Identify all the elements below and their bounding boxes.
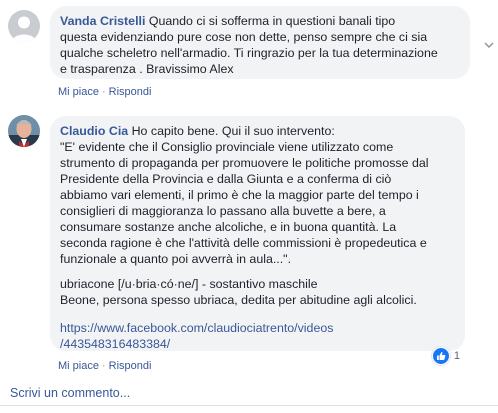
comment-author[interactable]: Vanda Cristelli [60, 14, 145, 28]
thumbs-up-icon [431, 347, 450, 365]
like-link[interactable]: Mi piace [58, 360, 99, 372]
comment-quote: "E' evidente che il Consiglio provincial… [60, 140, 429, 266]
comment-actions: Mi piace · Rispondi [58, 360, 151, 372]
comment-intro: Ho capito bene. Qui il suo intervento: [128, 124, 335, 138]
default-avatar-icon [8, 10, 40, 42]
avatar-default[interactable] [8, 10, 40, 42]
reaction-count: 1 [453, 350, 460, 362]
avatar-claudio[interactable] [8, 115, 40, 147]
profile-photo-icon [8, 115, 40, 147]
reply-link[interactable]: Rispondi [109, 360, 152, 372]
comment-bubble: Vanda Cristelli Quando ci si sofferma in… [50, 6, 470, 79]
like-link[interactable]: Mi piace [58, 86, 99, 98]
divider [0, 405, 498, 406]
separator: · [101, 86, 106, 98]
comment-link[interactable]: https://www.facebook.com/claudiociatrent… [60, 320, 453, 352]
comment-bubble: Claudio Cia Ho capito bene. Qui il suo i… [50, 116, 465, 351]
url-line-1[interactable]: https://www.facebook.com/claudiociatrent… [60, 320, 453, 336]
write-comment-link[interactable]: Scrivi un commento... [10, 386, 130, 400]
url-line-2[interactable]: /443548316483384/ [60, 336, 453, 352]
comment-author[interactable]: Claudio Cia [60, 124, 128, 138]
comment-definition: ubriacone [/u·bria·có·ne/] - sostantivo … [60, 277, 417, 307]
reaction-summary[interactable]: 1 [431, 347, 460, 365]
separator: · [101, 360, 106, 372]
comment-actions: Mi piace · Rispondi [58, 86, 151, 98]
chevron-down-icon[interactable] [484, 40, 494, 50]
reply-link[interactable]: Rispondi [109, 86, 152, 98]
